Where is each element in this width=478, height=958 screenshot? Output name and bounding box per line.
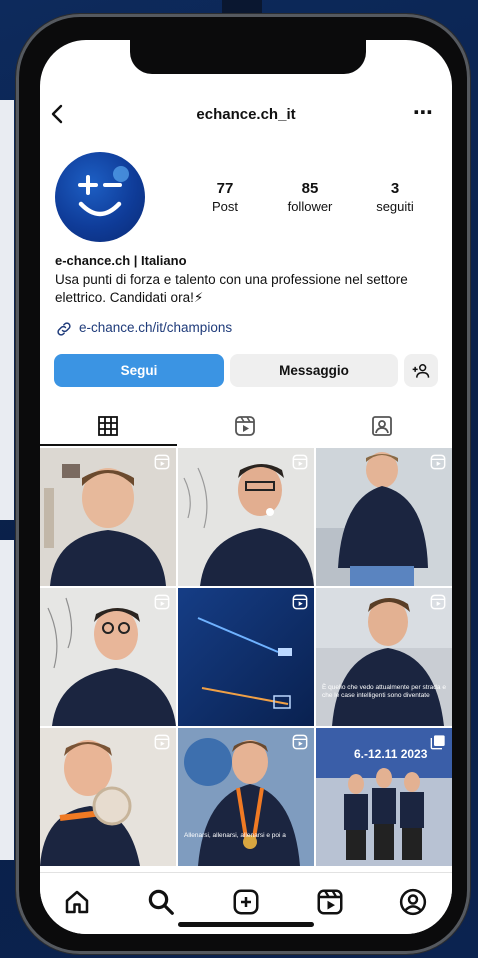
profile-bio: Usa punti di forza e talento con una pro… — [55, 272, 408, 305]
reel-icon — [154, 454, 170, 470]
carousel-icon — [430, 735, 445, 750]
post-caption: È quello che vedo attualmente per strada… — [322, 684, 446, 699]
post-thumbnail[interactable]: Allenarsi, allenarsi, allenarsi e poi a — [178, 728, 314, 866]
tab-tagged[interactable] — [314, 406, 451, 446]
post-thumbnail[interactable]: 6.-12.11 2023 — [316, 728, 452, 866]
background-panel-left-lower — [0, 540, 14, 860]
post-thumbnail[interactable] — [40, 728, 176, 866]
avatar[interactable] — [55, 152, 145, 242]
stat-following-value: 3 — [390, 180, 400, 197]
reel-icon — [292, 734, 308, 750]
add-person-icon — [412, 364, 430, 378]
stat-followers-label: follower — [287, 199, 333, 214]
reel-icon — [154, 734, 170, 750]
post-caption: Allenarsi, allenarsi, allenarsi e poi a — [184, 832, 286, 839]
stat-followers-value: 85 — [301, 180, 319, 197]
post-thumbnail[interactable] — [316, 448, 452, 586]
profile-header: echance.ch_it ⋯ — [40, 98, 452, 134]
stat-following[interactable]: 3 seguiti — [355, 180, 435, 214]
more-icon[interactable]: ⋯ — [413, 100, 434, 125]
search-icon[interactable] — [146, 887, 176, 917]
profile-username: echance.ch_it — [196, 106, 296, 123]
reel-icon — [430, 454, 446, 470]
post-thumbnail[interactable] — [40, 588, 176, 726]
post-grid: È quello che vedo attualmente per strada… — [40, 448, 452, 868]
stat-posts-label: Post — [211, 199, 238, 214]
stat-following-label: seguiti — [376, 199, 414, 214]
reel-icon — [430, 594, 446, 610]
profile-stats: 77 Post 85 follower 3 seguiti — [195, 180, 445, 220]
tab-reels[interactable] — [177, 406, 314, 446]
reel-icon — [292, 454, 308, 470]
home-icon[interactable] — [62, 887, 92, 917]
profile-tabs — [40, 406, 452, 446]
profile-icon[interactable] — [398, 887, 428, 917]
suggest-people-button[interactable] — [404, 354, 438, 387]
phone-notch — [130, 40, 366, 74]
message-button[interactable]: Messaggio — [230, 354, 398, 387]
logo-face-icon — [78, 166, 129, 217]
reel-icon — [292, 594, 308, 610]
reels-icon — [235, 416, 255, 436]
profile-link-text: e-chance.ch/it/champions — [79, 320, 233, 335]
reel-icon — [154, 594, 170, 610]
poster-text: 6.-12.11 2023 — [354, 747, 428, 761]
phone-screen: echance.ch_it ⋯ 77 Post 85 follower 3 se… — [40, 40, 452, 934]
stat-posts-value: 77 — [216, 180, 234, 197]
follow-button[interactable]: Segui — [54, 354, 224, 387]
post-thumbnail[interactable] — [40, 448, 176, 586]
stat-posts[interactable]: 77 Post — [185, 180, 265, 214]
tagged-icon — [372, 416, 392, 436]
reels-nav-icon[interactable] — [315, 887, 345, 917]
bottom-navigation — [40, 872, 452, 934]
background-panel-left — [0, 100, 14, 520]
post-thumbnail[interactable] — [178, 448, 314, 586]
post-thumbnail[interactable]: È quello che vedo attualmente per strada… — [316, 588, 452, 726]
link-icon — [57, 322, 71, 336]
profile-display-name: e-chance.ch | Italiano — [55, 253, 187, 268]
grid-icon — [98, 416, 118, 436]
post-thumbnail[interactable] — [178, 588, 314, 726]
tab-posts[interactable] — [40, 406, 177, 446]
home-indicator — [178, 922, 314, 927]
create-icon[interactable] — [231, 887, 261, 917]
stat-followers[interactable]: 85 follower — [270, 180, 350, 214]
